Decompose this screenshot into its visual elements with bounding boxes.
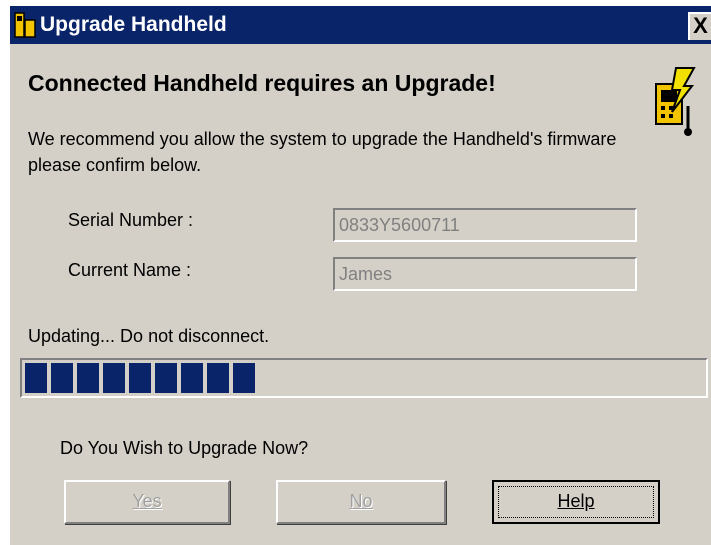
dialog-heading: Connected Handheld requires an Upgrade! [28, 70, 496, 96]
window-title: Upgrade Handheld [40, 13, 227, 36]
handheld-app-icon [14, 12, 36, 38]
yes-button-label: Yes [132, 491, 162, 511]
upgrade-question: Do You Wish to Upgrade Now? [60, 438, 309, 458]
help-button[interactable]: Help [492, 480, 660, 524]
serial-number-field[interactable] [333, 208, 637, 242]
help-button-label: Help [557, 491, 595, 511]
current-name-label: Current Name : [68, 260, 192, 280]
upgrade-dialog: Upgrade Handheld X Connected Handheld re… [10, 6, 711, 545]
serial-number-label: Serial Number : [68, 210, 194, 230]
progress-status: Updating... Do not disconnect. [28, 326, 270, 346]
progress-bar [20, 358, 708, 398]
progress-fill [25, 363, 255, 393]
close-button[interactable]: X [688, 12, 711, 40]
title-bar[interactable]: Upgrade Handheld X [10, 6, 711, 44]
dialog-description: We recommend you allow the system to upg… [28, 129, 617, 175]
current-name-field[interactable] [333, 257, 637, 291]
yes-button[interactable]: Yes [64, 480, 230, 524]
no-button-label: No [349, 491, 373, 511]
no-button[interactable]: No [276, 480, 446, 524]
